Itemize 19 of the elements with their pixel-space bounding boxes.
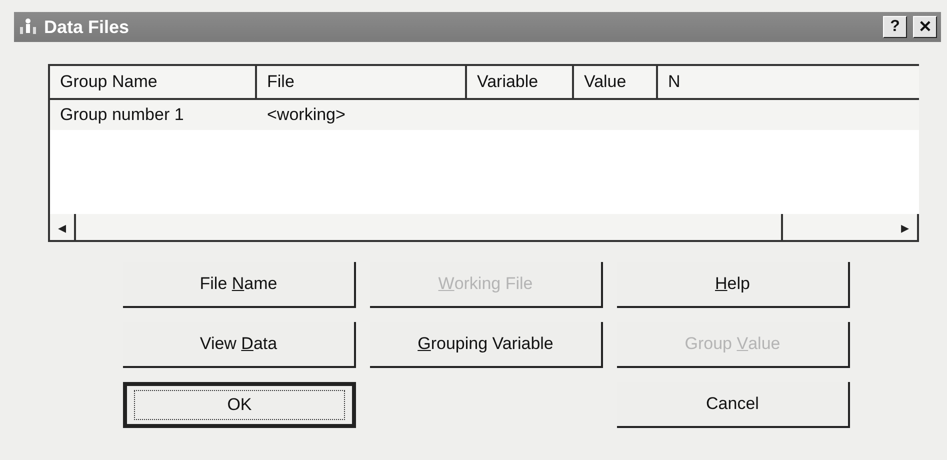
column-header[interactable]: Variable [467,66,574,98]
dialog-button[interactable]: Help [617,262,850,308]
column-header[interactable]: Value [574,66,658,98]
scroll-right-button[interactable]: ▸ [893,214,919,240]
table-cell-text: <working> [266,104,346,126]
table-cell-text: Group number 1 [59,104,185,126]
column-header[interactable]: N [658,66,919,98]
dialog-button[interactable]: Cancel [617,382,850,428]
scroll-left-button[interactable]: ◂ [50,214,76,240]
column-header[interactable]: Group Name [50,66,257,98]
dialog-button[interactable]: Grouping Variable [370,322,603,368]
column-header[interactable]: File [257,66,467,98]
people-icon [18,17,38,37]
dialog-button[interactable]: OK [123,382,356,428]
window-title: Data Files [44,16,130,38]
dialog-button[interactable]: View Data [123,322,356,368]
close-button[interactable]: ✕ [913,16,937,38]
help-button[interactable]: ? [883,16,907,38]
dialog-button[interactable]: File Name [123,262,356,308]
